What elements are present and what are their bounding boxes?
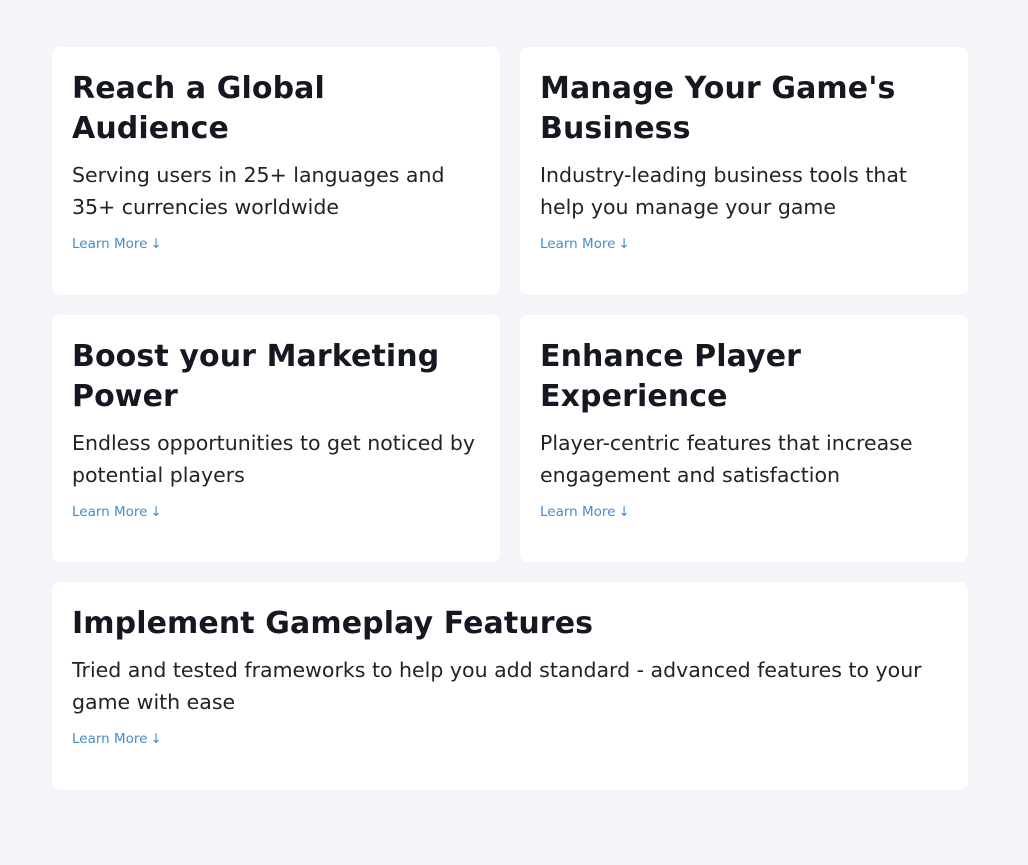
learn-more-link[interactable]: Learn More ↓: [540, 235, 630, 253]
card-title: Reach a Global Audience: [72, 71, 325, 146]
card-title: Enhance Player Experience: [540, 339, 802, 414]
feature-card-gameplay-features: Implement Gameplay Features Tried and te…: [52, 582, 968, 790]
learn-more-link[interactable]: Learn More ↓: [72, 503, 162, 521]
card-title: Implement Gameplay Features: [72, 606, 594, 641]
card-description: Player-centric features that increase en…: [540, 431, 913, 487]
learn-more-link[interactable]: Learn More ↓: [540, 503, 630, 521]
card-description: Serving users in 25+ languages and 35+ c…: [72, 163, 445, 219]
arrow-down-icon: ↓: [150, 731, 162, 747]
learn-more-label: Learn More: [540, 236, 616, 252]
arrow-down-icon: ↓: [150, 236, 162, 252]
feature-card-player-experience: Enhance Player Experience Player-centric…: [520, 315, 968, 562]
card-description: Tried and tested frameworks to help you …: [72, 658, 922, 714]
arrow-down-icon: ↓: [618, 236, 630, 252]
learn-more-label: Learn More: [72, 236, 148, 252]
feature-grid: Reach a Global Audience Serving users in…: [52, 47, 968, 790]
learn-more-label: Learn More: [72, 731, 148, 747]
card-description: Industry-leading business tools that hel…: [540, 163, 907, 219]
feature-card-marketing-power: Boost your Marketing Power Endless oppor…: [52, 315, 500, 562]
arrow-down-icon: ↓: [150, 504, 162, 520]
card-title: Boost your Marketing Power: [72, 339, 440, 414]
learn-more-label: Learn More: [540, 504, 616, 520]
learn-more-link[interactable]: Learn More ↓: [72, 730, 162, 748]
learn-more-label: Learn More: [72, 504, 148, 520]
feature-card-manage-business: Manage Your Game's Business Industry-lea…: [520, 47, 968, 295]
card-description: Endless opportunities to get noticed by …: [72, 431, 476, 487]
feature-card-global-audience: Reach a Global Audience Serving users in…: [52, 47, 500, 295]
card-title: Manage Your Game's Business: [540, 71, 896, 146]
arrow-down-icon: ↓: [618, 504, 630, 520]
learn-more-link[interactable]: Learn More ↓: [72, 235, 162, 253]
